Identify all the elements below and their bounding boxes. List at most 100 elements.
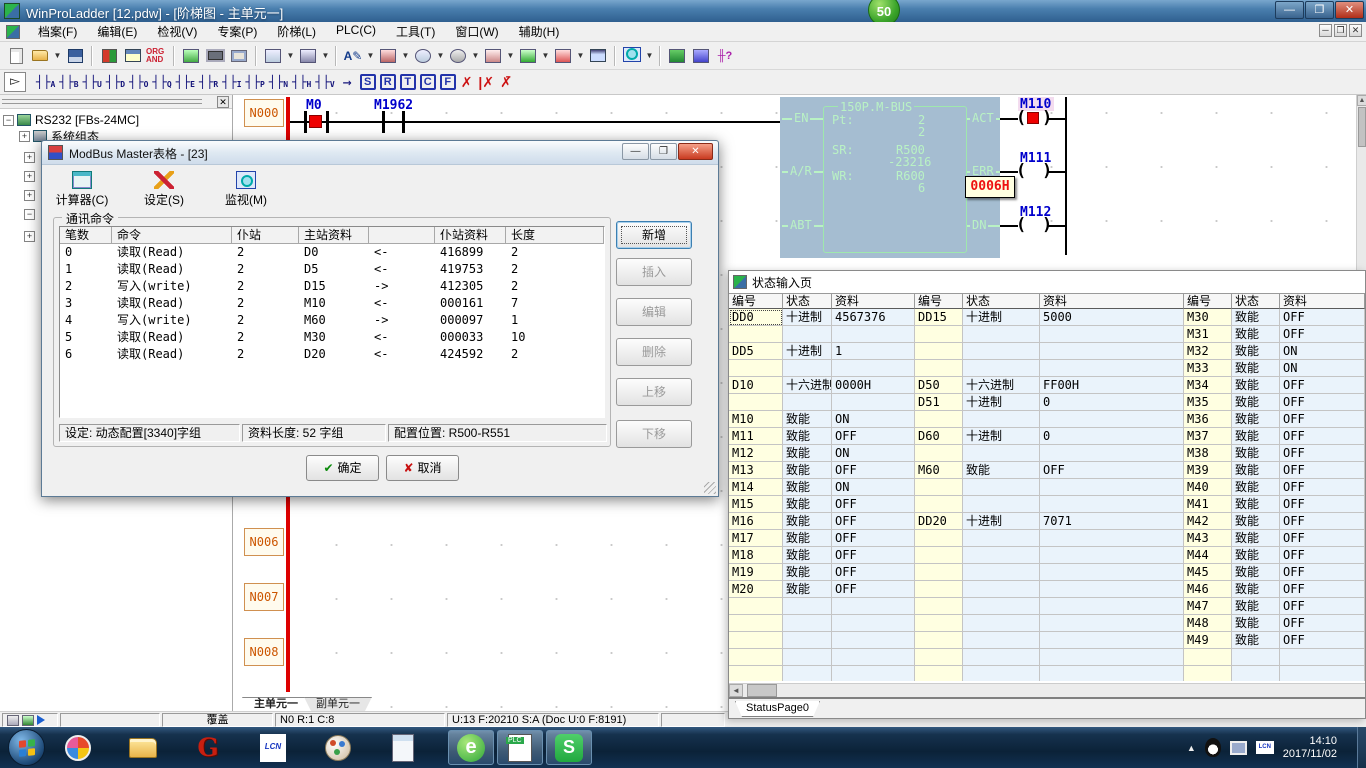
ladder-element-O-icon[interactable]: ┤├O <box>129 75 148 89</box>
status-cell[interactable] <box>915 632 963 649</box>
status-cell[interactable]: 十六进制 <box>783 377 832 394</box>
status-cell[interactable]: 4567376 <box>832 309 915 326</box>
table-cell[interactable]: <- <box>369 244 435 261</box>
status-cell[interactable] <box>729 632 783 649</box>
table-cell[interactable]: 000097 <box>435 312 506 329</box>
menu-item[interactable]: 专案(P) <box>207 21 267 42</box>
table-cell[interactable]: D20 <box>299 346 369 363</box>
maximize-button[interactable]: ❐ <box>1305 1 1334 19</box>
status-cell[interactable] <box>915 343 963 360</box>
status-cell[interactable] <box>1184 666 1232 681</box>
status-cell[interactable]: OFF <box>1280 598 1365 615</box>
status-cell[interactable] <box>1040 445 1184 462</box>
status-cell[interactable]: 致能 <box>1232 326 1280 343</box>
column-header[interactable] <box>369 227 435 244</box>
tab-statuspage0[interactable]: StatusPage0 <box>735 701 820 717</box>
status-cell[interactable] <box>915 411 963 428</box>
delete-tool-icon[interactable]: ✗ <box>461 74 473 91</box>
status-column-header[interactable]: 资料 <box>832 293 915 309</box>
status-cell[interactable]: 致能 <box>1232 428 1280 445</box>
status-cell[interactable]: ON <box>832 479 915 496</box>
status-cell[interactable] <box>1040 360 1184 377</box>
new-file-icon[interactable] <box>5 45 27 67</box>
tree-expand-icon[interactable]: + <box>24 152 35 163</box>
status-column-header[interactable]: 编号 <box>1184 293 1232 309</box>
table-cell[interactable]: <- <box>369 295 435 312</box>
menu-item[interactable]: 检视(V) <box>147 21 207 42</box>
status-cell[interactable] <box>729 615 783 632</box>
status-cell[interactable]: 致能 <box>783 547 832 564</box>
settings-button[interactable]: 设定(S) <box>132 171 196 213</box>
status-cell[interactable] <box>729 666 783 681</box>
status-cell[interactable]: M60 <box>915 462 963 479</box>
status-cell[interactable] <box>963 649 1040 666</box>
status-cell[interactable]: 致能 <box>783 581 832 598</box>
tree-collapse-icon[interactable]: − <box>3 115 14 126</box>
tree-expand-icon[interactable]: − <box>24 209 35 220</box>
status-column-header[interactable]: 编号 <box>915 293 963 309</box>
status-cell[interactable]: 致能 <box>783 462 832 479</box>
status-cell[interactable]: OFF <box>1280 581 1365 598</box>
status-cell[interactable] <box>832 326 915 343</box>
status-cell[interactable]: 致能 <box>1232 411 1280 428</box>
table-cell[interactable]: 000033 <box>435 329 506 346</box>
status-cell[interactable] <box>963 564 1040 581</box>
status-column-header[interactable]: 资料 <box>1040 293 1184 309</box>
table-cell[interactable]: 6 <box>60 346 112 363</box>
status-cell[interactable]: M48 <box>1184 615 1232 632</box>
status-cell[interactable]: 致能 <box>783 445 832 462</box>
status-help-icon[interactable] <box>666 45 688 67</box>
status-cell[interactable]: OFF <box>1040 462 1184 479</box>
table-cell[interactable]: 1 <box>60 261 112 278</box>
table-cell[interactable]: 4 <box>60 312 112 329</box>
status-column-header[interactable]: 状态 <box>963 293 1040 309</box>
status-cell[interactable]: 致能 <box>1232 360 1280 377</box>
status-cell[interactable]: M38 <box>1184 445 1232 462</box>
status-cell[interactable] <box>915 496 963 513</box>
boxed-C-icon[interactable]: C <box>420 74 436 90</box>
contact-label[interactable]: M0 <box>306 98 322 113</box>
status-cell[interactable]: OFF <box>1280 496 1365 513</box>
status-cell[interactable]: OFF <box>832 428 915 445</box>
status-cell[interactable] <box>832 615 915 632</box>
coil-symbol[interactable]: ) <box>1042 215 1052 235</box>
ladder-element-P-icon[interactable]: ┤├P <box>246 75 265 89</box>
status-cell[interactable] <box>915 598 963 615</box>
status-column-header[interactable]: 资料 <box>1280 293 1365 309</box>
status-cell[interactable]: OFF <box>1280 462 1365 479</box>
status-cell[interactable] <box>832 666 915 681</box>
table-cell[interactable]: 412305 <box>435 278 506 295</box>
scroll-up-icon[interactable]: ▲ <box>1357 95 1366 106</box>
status-cell[interactable]: 致能 <box>1232 394 1280 411</box>
ladder-net-dropdown-icon[interactable]: ▼ <box>320 45 331 67</box>
save-icon[interactable] <box>64 45 86 67</box>
move-up-button[interactable]: 上移 <box>616 378 692 406</box>
status-cell[interactable] <box>915 615 963 632</box>
menu-item[interactable]: 阶梯(L) <box>267 21 326 42</box>
table-cell[interactable]: 读取(Read) <box>112 261 232 278</box>
scroll-left-icon[interactable]: ◄ <box>729 684 743 697</box>
table-cell[interactable]: M30 <box>299 329 369 346</box>
status-cell[interactable] <box>1040 581 1184 598</box>
status-column-header[interactable]: 状态 <box>783 293 832 309</box>
probe-dropdown-icon[interactable]: ▼ <box>400 45 411 67</box>
table-cell[interactable]: 0 <box>60 244 112 261</box>
table-cell[interactable]: D5 <box>299 261 369 278</box>
taskbar-calculator-icon[interactable] <box>383 730 423 765</box>
status-cell[interactable]: OFF <box>1280 411 1365 428</box>
table-cell[interactable]: 读取(Read) <box>112 295 232 312</box>
status-cell[interactable] <box>963 343 1040 360</box>
table-cell[interactable]: <- <box>369 346 435 363</box>
status-cell[interactable]: OFF <box>832 530 915 547</box>
add-button[interactable]: 新增 <box>616 221 692 249</box>
network-label[interactable]: N007 <box>244 583 284 611</box>
status-cell[interactable]: OFF <box>1280 309 1365 326</box>
status-cell[interactable]: M31 <box>1184 326 1232 343</box>
dialog-resize-grip[interactable] <box>704 482 716 494</box>
status-cell[interactable]: OFF <box>832 581 915 598</box>
coil-symbol[interactable]: ( <box>1016 215 1026 235</box>
status-cell[interactable]: 致能 <box>1232 513 1280 530</box>
status-cell[interactable]: 致能 <box>783 513 832 530</box>
network-tray-icon[interactable] <box>1230 741 1247 755</box>
mdi-minimize-button[interactable]: ─ <box>1319 24 1332 37</box>
